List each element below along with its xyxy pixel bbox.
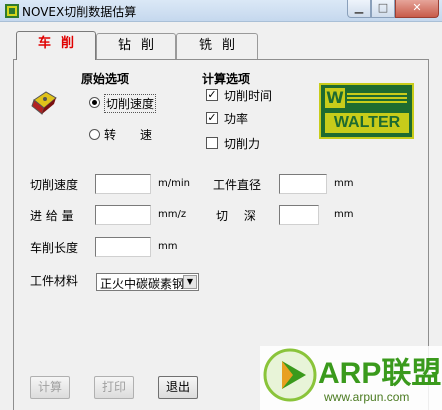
calc-options-title: 计算选项 [199, 70, 254, 87]
walter-logo: W WALTER [319, 83, 414, 139]
workpiece-diameter-input[interactable] [279, 174, 327, 194]
minimize-button[interactable]: ▁ [347, 0, 371, 18]
play-logo-icon [263, 348, 317, 402]
exit-button[interactable]: 退出 [158, 376, 198, 399]
original-options-title: 原始选项 [78, 70, 133, 87]
power-checkbox[interactable]: ✓ [206, 112, 218, 124]
material-select[interactable]: 正火中碳碳素钢 ▼ [96, 273, 199, 291]
cutting-time-label[interactable]: 切削时间 [224, 87, 272, 104]
radio-dot [92, 100, 97, 105]
walter-logo-stripes [347, 93, 407, 105]
cut-depth-input[interactable] [279, 205, 319, 225]
rotation-speed-radio-label[interactable]: 转 速 [104, 126, 152, 143]
cut-depth-unit: mm [334, 209, 354, 220]
workpiece-diameter-label: 工件直径 [213, 178, 262, 192]
cut-length-label: 车削长度 [30, 241, 79, 255]
cut-length-unit: mm [158, 241, 178, 252]
print-button[interactable]: 打印 [94, 376, 134, 399]
cutting-force-label[interactable]: 切削力 [224, 135, 260, 152]
feed-input[interactable] [95, 205, 151, 225]
cut-depth-label: 切 深 [216, 209, 256, 223]
window-title: NOVEX切削数据估算 [22, 5, 137, 19]
cutting-speed-unit: m/min [158, 178, 190, 189]
cutting-time-checkbox[interactable]: ✓ [206, 89, 218, 101]
walter-logo-text: WALTER [325, 113, 409, 133]
cutting-speed-radio-label[interactable]: 切削速度 [104, 94, 157, 113]
material-label: 工件材料 [30, 274, 79, 288]
chevron-down-icon[interactable]: ▼ [183, 275, 197, 289]
feed-label: 进 给 量 [30, 209, 74, 223]
material-select-value: 正火中碳碳素钢 [100, 277, 185, 291]
power-label[interactable]: 功率 [224, 110, 248, 127]
cutting-speed-input[interactable] [95, 174, 151, 194]
rotation-speed-radio[interactable] [89, 129, 100, 140]
close-button[interactable]: ✕ [395, 0, 439, 18]
walter-logo-mark: W [325, 88, 345, 108]
tab-drilling[interactable]: 钻削 [96, 33, 176, 59]
calculate-button[interactable]: 计算 [30, 376, 70, 399]
maximize-button[interactable]: □ [371, 0, 395, 18]
watermark: ARP联盟 www.arpun.com [260, 346, 442, 410]
tab-milling[interactable]: 铣削 [176, 33, 258, 59]
cutting-speed-radio[interactable] [89, 97, 100, 108]
watermark-url: www.arpun.com [324, 390, 410, 404]
app-icon [5, 4, 19, 18]
watermark-name: ARP联盟 [318, 357, 442, 390]
cut-length-input[interactable] [95, 237, 151, 257]
workpiece-diameter-unit: mm [334, 178, 354, 189]
feed-unit: mm/z [158, 209, 187, 220]
turning-insert-icon [31, 91, 57, 115]
tab-turning[interactable]: 车削 [16, 31, 96, 60]
cutting-speed-label: 切削速度 [30, 178, 79, 192]
cutting-force-checkbox[interactable] [206, 137, 218, 149]
